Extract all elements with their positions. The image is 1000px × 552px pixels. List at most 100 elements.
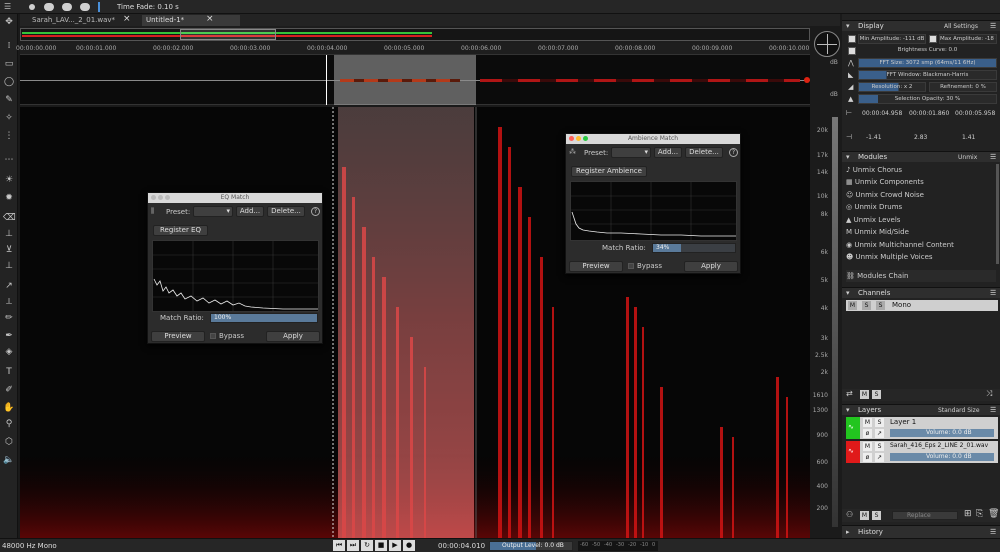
frequency-select-icon[interactable]: ⋮	[3, 130, 15, 142]
apply-button[interactable]: Apply	[684, 261, 738, 272]
modules-scrollbar[interactable]	[996, 164, 999, 264]
help-icon[interactable]: ?	[311, 207, 320, 216]
selection-end-time[interactable]: 00:00:05.958	[955, 110, 995, 117]
preview-button[interactable]: Preview	[569, 261, 623, 272]
collapse-icon[interactable]: ▸	[846, 528, 850, 536]
max-amplitude-checkbox[interactable]	[929, 35, 937, 43]
bypass-checkbox[interactable]	[628, 263, 634, 269]
speaker-icon[interactable]: 🔈	[3, 454, 15, 466]
register-ambience-button[interactable]: Register Ambience	[571, 166, 647, 177]
eraser-icon[interactable]: ⌫	[3, 212, 16, 224]
mute-button[interactable]: M	[848, 301, 857, 310]
add-preset-button[interactable]: Add...	[236, 206, 264, 217]
layer-solo-button[interactable]: S	[875, 418, 884, 427]
mute-button[interactable]: M	[860, 511, 869, 520]
skip-back-icon[interactable]: ⏮	[333, 540, 345, 551]
preset-dropdown[interactable]: ▾	[193, 206, 233, 217]
brightness-curve-field[interactable]: Brightness Curve: 0.0	[858, 46, 997, 56]
close-window-icon[interactable]	[569, 136, 574, 141]
selection-length-time[interactable]: 00:00:01.860	[909, 110, 949, 117]
text-tool-icon[interactable]: T	[3, 366, 15, 378]
modules-chain-row[interactable]: ⛓ Modules Chain	[846, 270, 996, 282]
time-select-icon[interactable]: ⁞	[3, 40, 15, 52]
display-panel-header[interactable]: ▾ Display All Settings ☰	[842, 20, 1000, 31]
min-amplitude-checkbox[interactable]	[848, 35, 856, 43]
overview-navigator[interactable]	[20, 26, 810, 43]
zoom-tool-icon[interactable]: ⚲	[3, 418, 15, 430]
match-ratio-slider[interactable]: 34%	[652, 243, 736, 253]
min-amplitude-field[interactable]: Min Amplitude: -111 dB	[858, 34, 926, 44]
selection-start-time[interactable]: 00:00:04.958	[862, 110, 902, 117]
collapse-icon[interactable]: ▾	[846, 289, 850, 297]
channel-row[interactable]: M S S Mono	[846, 300, 998, 311]
collapse-icon[interactable]: ▾	[846, 22, 850, 30]
play-icon[interactable]: ▶	[389, 540, 401, 551]
module-item[interactable]: ◎ Unmix Drums	[846, 201, 996, 213]
link-icon[interactable]: ↗	[875, 429, 884, 438]
preview-button[interactable]: Preview	[151, 331, 205, 342]
tab-sarah-lav[interactable]: Sarah_LAV..._2_01.wav*	[28, 15, 136, 26]
minimize-window-icon[interactable]	[158, 195, 163, 200]
stamp-icon[interactable]: ⊥	[3, 228, 15, 240]
apply-button[interactable]: Apply	[266, 331, 320, 342]
close-tab-icon[interactable]: ×	[206, 14, 214, 25]
layer-row[interactable]: ∿ M S ø ↗ Sarah_416_Eps 2_LINE 2_01.wav …	[846, 441, 998, 463]
module-item[interactable]: ☻ Unmix Multiple Voices	[846, 251, 996, 263]
modules-filter-dropdown[interactable]: Unmix	[958, 154, 977, 161]
bus-icon[interactable]: ⚇	[846, 510, 853, 519]
bypass-checkbox[interactable]	[210, 333, 216, 339]
layer-volume-slider[interactable]: Volume: 0.0 dB	[890, 453, 994, 461]
eq-match-titlebar[interactable]: EQ Match	[148, 193, 322, 203]
blend-mode-dropdown[interactable]: Replace	[892, 511, 958, 520]
layer-solo-button[interactable]: S	[875, 442, 884, 451]
zoom-window-icon[interactable]	[165, 195, 170, 200]
cube-icon[interactable]: ⬡	[3, 436, 15, 448]
clone-icon[interactable]: ⊻	[3, 244, 15, 256]
minimize-window-icon[interactable]	[576, 136, 581, 141]
close-window-icon[interactable]	[151, 195, 156, 200]
solo-button[interactable]: S	[872, 511, 881, 520]
module-item[interactable]: ◉ Unmix Multichannel Content	[846, 239, 996, 251]
ambience-match-titlebar[interactable]: Ambience Match	[566, 134, 740, 144]
link-icon[interactable]: ↗	[875, 453, 884, 462]
magic-wand-icon[interactable]: ✧	[3, 112, 15, 124]
harmonic-select-icon[interactable]: ⋯	[3, 154, 15, 166]
selection-low-value[interactable]: -1.41	[866, 134, 882, 141]
match-ratio-slider[interactable]: 100%	[210, 313, 318, 323]
pen-icon[interactable]: ✒	[3, 330, 15, 342]
rect-select-icon[interactable]: ▭	[3, 58, 15, 70]
layer-mute-button[interactable]: M	[863, 442, 872, 451]
delete-preset-button[interactable]: Delete...	[267, 206, 305, 217]
waveform-view[interactable]	[20, 55, 810, 105]
max-amplitude-field[interactable]: Max Amplitude: -18 dB	[939, 34, 997, 44]
panel-menu-icon[interactable]: ☰	[990, 22, 996, 30]
menu-icon[interactable]: ☰	[4, 2, 11, 11]
heal-icon[interactable]: ⊥	[3, 260, 15, 272]
time-fade-label[interactable]: Time Fade: 0.10 s	[117, 3, 179, 11]
warp-icon[interactable]: ↗	[3, 280, 15, 292]
add-preset-button[interactable]: Add...	[654, 147, 682, 158]
solo-button[interactable]: S	[862, 301, 871, 310]
fft-window-field[interactable]: FFT Window: Blackman-Harris	[858, 70, 997, 80]
layer-size-dropdown[interactable]: Standard Size	[938, 407, 980, 414]
duplicate-layer-icon[interactable]: ⎘	[976, 509, 983, 519]
fft-size-field[interactable]: FFT Size: 3072 smp (64ms/11 6Hz)	[858, 58, 997, 68]
zoom-window-icon[interactable]	[583, 136, 588, 141]
layers-panel-header[interactable]: ▾ Layers Standard Size ☰	[842, 404, 1000, 415]
add-layer-icon[interactable]: ⊞	[964, 509, 972, 519]
pencil-icon[interactable]: ✏	[3, 312, 15, 324]
loop-icon[interactable]: ↻	[361, 540, 373, 551]
channels-panel-header[interactable]: ▾ Channels ☰	[842, 287, 1000, 298]
panel-menu-icon[interactable]: ☰	[990, 406, 996, 414]
delete-layer-icon[interactable]: 🗑	[988, 509, 999, 519]
transform-icon[interactable]: ⟂	[3, 296, 15, 308]
record-mode-icon[interactable]	[29, 4, 35, 10]
layer-name[interactable]: Layer 1	[890, 418, 916, 426]
refinement-field[interactable]: Refinement: 0 %	[929, 82, 997, 92]
overview-viewport[interactable]	[180, 29, 276, 40]
module-item[interactable]: ▲ Unmix Levels	[846, 214, 996, 226]
shuffle-icon[interactable]: ⤨	[986, 389, 992, 399]
collapse-icon[interactable]: ▾	[846, 153, 850, 161]
solo-all-button[interactable]: S	[872, 390, 881, 399]
brightness-checkbox[interactable]	[848, 47, 856, 55]
